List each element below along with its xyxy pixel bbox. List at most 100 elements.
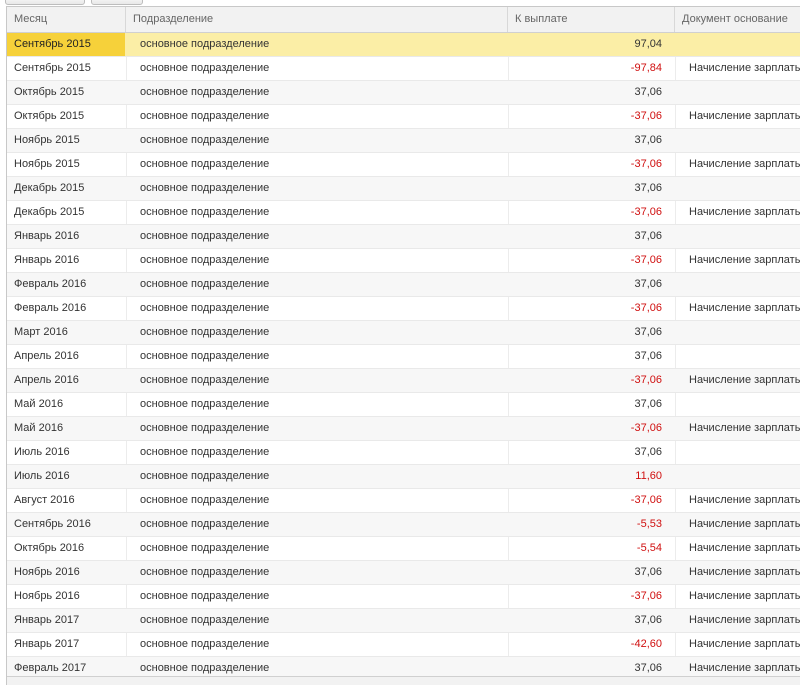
table-row[interactable]: Сентябрь 2016 основное подразделение -5,53… bbox=[7, 513, 800, 537]
cell-department[interactable]: основное подразделение bbox=[133, 297, 508, 320]
cell-department[interactable]: основное подразделение bbox=[133, 225, 508, 248]
cell-month[interactable]: Январь 2017 bbox=[7, 633, 125, 656]
table-row[interactable]: Май 2016 основное подразделение -37,06 Начи… bbox=[7, 417, 800, 441]
table-row[interactable]: Ноябрь 2016 основное подразделение 37,06 На… bbox=[7, 561, 800, 585]
cell-document[interactable]: Начисление зарплаты bbox=[682, 489, 800, 512]
table-row[interactable]: Март 2016 основное подразделение 37,06 bbox=[7, 321, 800, 345]
cell-document[interactable] bbox=[682, 273, 800, 296]
column-header-payout[interactable]: К выплате bbox=[508, 7, 675, 32]
cell-month[interactable]: Июль 2016 bbox=[7, 465, 125, 488]
cell-month[interactable]: Январь 2016 bbox=[7, 225, 125, 248]
cell-month[interactable]: Ноябрь 2016 bbox=[7, 561, 125, 584]
cell-payout[interactable]: -37,06 bbox=[507, 105, 667, 128]
cell-month[interactable]: Октябрь 2015 bbox=[7, 105, 125, 128]
cell-document[interactable] bbox=[682, 393, 800, 416]
cell-document[interactable]: Начисление зарплаты bbox=[682, 153, 800, 176]
cell-department[interactable]: основное подразделение bbox=[133, 561, 508, 584]
cell-document[interactable]: Начисление зарплаты bbox=[682, 585, 800, 608]
cell-department[interactable]: основное подразделение bbox=[133, 513, 508, 536]
cell-payout[interactable]: 37,06 bbox=[507, 561, 667, 584]
cell-month[interactable]: Сентябрь 2015 bbox=[7, 57, 125, 80]
table-row[interactable]: Январь 2016 основное подразделение -37,06 Н… bbox=[7, 249, 800, 273]
cell-document[interactable]: Начисление зарплаты bbox=[682, 369, 800, 392]
cell-month[interactable]: Апрель 2016 bbox=[7, 369, 125, 392]
cell-payout[interactable]: 37,06 bbox=[507, 321, 667, 344]
toolbar-button[interactable] bbox=[5, 0, 85, 5]
table-row[interactable]: Февраль 2016 основное подразделение 37,06 bbox=[7, 273, 800, 297]
cell-document[interactable]: Начисление зарплаты bbox=[682, 513, 800, 536]
cell-department[interactable]: основное подразделение bbox=[133, 153, 508, 176]
cell-document[interactable]: Начисление зарплаты bbox=[682, 57, 800, 80]
cell-payout[interactable]: 37,06 bbox=[507, 129, 667, 152]
cell-payout[interactable]: 37,06 bbox=[507, 81, 667, 104]
cell-document[interactable] bbox=[682, 441, 800, 464]
cell-payout[interactable]: -5,54 bbox=[507, 537, 667, 560]
cell-document[interactable]: Начисление зарплаты bbox=[682, 105, 800, 128]
cell-month[interactable]: Август 2016 bbox=[7, 489, 125, 512]
cell-department[interactable]: основное подразделение bbox=[133, 345, 508, 368]
cell-department[interactable]: основное подразделение bbox=[133, 417, 508, 440]
cell-payout[interactable]: -37,06 bbox=[507, 201, 667, 224]
table-row[interactable]: Ноябрь 2015 основное подразделение -37,06 Н… bbox=[7, 153, 800, 177]
cell-payout[interactable]: 37,06 bbox=[507, 393, 667, 416]
cell-department[interactable]: основное подразделение bbox=[133, 465, 508, 488]
toolbar-button[interactable] bbox=[91, 0, 143, 5]
cell-department[interactable]: основное подразделение bbox=[133, 489, 508, 512]
cell-document[interactable]: Начисление зарплаты bbox=[682, 297, 800, 320]
cell-department[interactable]: основное подразделение bbox=[133, 177, 508, 200]
cell-payout[interactable]: 37,06 bbox=[507, 441, 667, 464]
table-row[interactable]: Май 2016 основное подразделение 37,06 bbox=[7, 393, 800, 417]
cell-payout[interactable]: 37,06 bbox=[507, 345, 667, 368]
cell-department[interactable]: основное подразделение bbox=[133, 201, 508, 224]
cell-month[interactable]: Февраль 2016 bbox=[7, 297, 125, 320]
table-row[interactable]: Октябрь 2016 основное подразделение -5,54 Н… bbox=[7, 537, 800, 561]
cell-payout[interactable]: -37,06 bbox=[507, 585, 667, 608]
cell-month[interactable]: Май 2016 bbox=[7, 417, 125, 440]
cell-department[interactable]: основное подразделение bbox=[133, 369, 508, 392]
cell-month[interactable]: Июль 2016 bbox=[7, 441, 125, 464]
cell-month[interactable]: Май 2016 bbox=[7, 393, 125, 416]
column-header-department[interactable]: Подразделение bbox=[126, 7, 508, 32]
cell-document[interactable]: Начисление зарплаты bbox=[682, 609, 800, 632]
cell-month[interactable]: Декабрь 2015 bbox=[7, 201, 125, 224]
table-row[interactable]: Октябрь 2015 основное подразделение -37,06… bbox=[7, 105, 800, 129]
table-row[interactable]: Февраль 2016 основное подразделение -37,06… bbox=[7, 297, 800, 321]
cell-month[interactable]: Сентябрь 2016 bbox=[7, 513, 125, 536]
table-row[interactable]: Ноябрь 2016 основное подразделение -37,06 Н… bbox=[7, 585, 800, 609]
cell-document[interactable] bbox=[682, 33, 800, 56]
table-row[interactable]: Январь 2016 основное подразделение 37,06 bbox=[7, 225, 800, 249]
cell-document[interactable] bbox=[682, 129, 800, 152]
cell-payout[interactable]: 37,06 bbox=[507, 609, 667, 632]
cell-department[interactable]: основное подразделение bbox=[133, 441, 508, 464]
cell-month[interactable]: Октябрь 2016 bbox=[7, 537, 125, 560]
cell-month[interactable]: Ноябрь 2015 bbox=[7, 153, 125, 176]
cell-payout[interactable]: -97,84 bbox=[507, 57, 667, 80]
cell-month[interactable]: Сентябрь 2015 bbox=[7, 33, 125, 56]
cell-document[interactable] bbox=[682, 321, 800, 344]
cell-department[interactable]: основное подразделение bbox=[133, 129, 508, 152]
cell-payout[interactable]: 11,60 bbox=[507, 465, 667, 488]
cell-department[interactable]: основное подразделение bbox=[133, 609, 508, 632]
cell-department[interactable]: основное подразделение bbox=[133, 537, 508, 560]
cell-month[interactable]: Январь 2016 bbox=[7, 249, 125, 272]
table-row[interactable]: Август 2016 основное подразделение -37,06 Н… bbox=[7, 489, 800, 513]
cell-department[interactable]: основное подразделение bbox=[133, 585, 508, 608]
cell-document[interactable] bbox=[682, 225, 800, 248]
table-row[interactable]: Сентябрь 2015 основное подразделение -97,8… bbox=[7, 57, 800, 81]
table-row[interactable]: Сентябрь 2015 основное подразделение 97,04 bbox=[7, 33, 800, 57]
cell-document[interactable] bbox=[682, 177, 800, 200]
cell-document[interactable]: Начисление зарплаты bbox=[682, 633, 800, 656]
cell-document[interactable]: Начисление зарплаты bbox=[682, 249, 800, 272]
cell-month[interactable]: Декабрь 2015 bbox=[7, 177, 125, 200]
cell-department[interactable]: основное подразделение bbox=[133, 633, 508, 656]
column-header-document[interactable]: Документ основание bbox=[675, 7, 800, 32]
cell-payout[interactable]: 37,06 bbox=[507, 225, 667, 248]
cell-payout[interactable]: 37,06 bbox=[507, 177, 667, 200]
cell-department[interactable]: основное подразделение bbox=[133, 105, 508, 128]
cell-department[interactable]: основное подразделение bbox=[133, 33, 508, 56]
cell-department[interactable]: основное подразделение bbox=[133, 393, 508, 416]
cell-department[interactable]: основное подразделение bbox=[133, 81, 508, 104]
cell-payout[interactable]: 97,04 bbox=[507, 33, 667, 56]
cell-month[interactable]: Ноябрь 2016 bbox=[7, 585, 125, 608]
cell-payout[interactable]: -5,53 bbox=[507, 513, 667, 536]
